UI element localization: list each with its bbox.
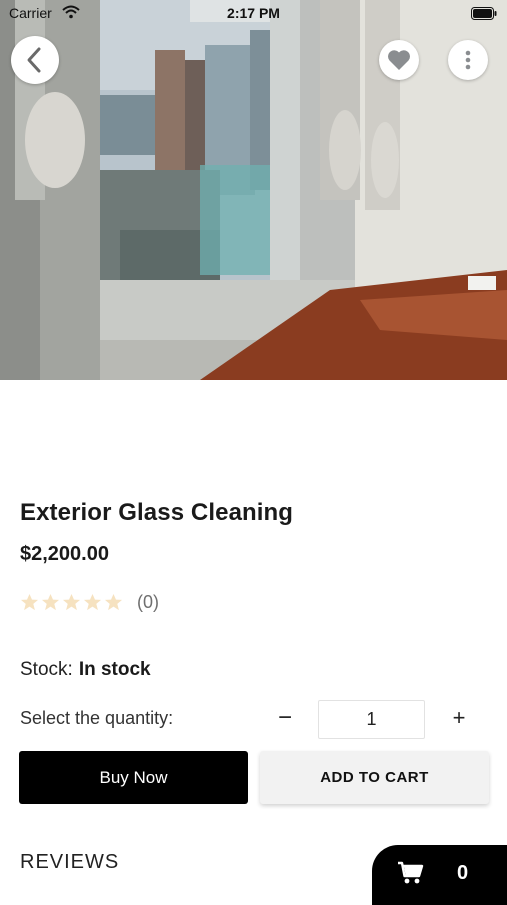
product-price: $2,200.00 xyxy=(20,543,109,565)
quantity-input[interactable]: 1 xyxy=(318,700,425,739)
quantity-increase-button[interactable]: + xyxy=(446,703,472,733)
more-options-button[interactable] xyxy=(448,40,488,80)
star-icon xyxy=(41,593,60,611)
back-icon xyxy=(27,47,41,73)
product-title: Exterior Glass Cleaning xyxy=(20,499,294,526)
cart-button[interactable]: 0 xyxy=(372,845,507,905)
status-time: 2:17 PM xyxy=(227,5,280,21)
back-button[interactable] xyxy=(11,36,59,84)
stock-label: Stock: xyxy=(20,659,73,680)
reviews-heading: REVIEWS xyxy=(20,851,120,873)
star-icon xyxy=(104,593,123,611)
more-vertical-icon xyxy=(465,50,471,70)
product-photo xyxy=(0,0,507,380)
star-icon xyxy=(20,593,39,611)
star-icon xyxy=(83,593,102,611)
cart-count: 0 xyxy=(457,862,469,884)
quantity-label: Select the quantity: xyxy=(20,708,174,728)
add-to-cart-button[interactable]: ADD TO CART xyxy=(260,751,489,804)
quantity-decrease-button[interactable]: − xyxy=(272,703,298,733)
stock-status: Stock: In stock xyxy=(20,659,151,681)
product-image: Carrier 2:17 PM xyxy=(0,0,507,380)
stock-value: In stock xyxy=(78,659,151,680)
status-bar: Carrier 2:17 PM xyxy=(0,0,507,28)
battery-icon xyxy=(471,7,497,20)
favorite-button[interactable] xyxy=(379,40,419,80)
review-count: (0) xyxy=(137,592,159,612)
cart-icon xyxy=(398,861,424,884)
product-rating: (0) xyxy=(20,592,159,613)
star-icon xyxy=(62,593,81,611)
buy-now-button[interactable]: Buy Now xyxy=(19,751,248,804)
heart-icon xyxy=(388,50,410,70)
